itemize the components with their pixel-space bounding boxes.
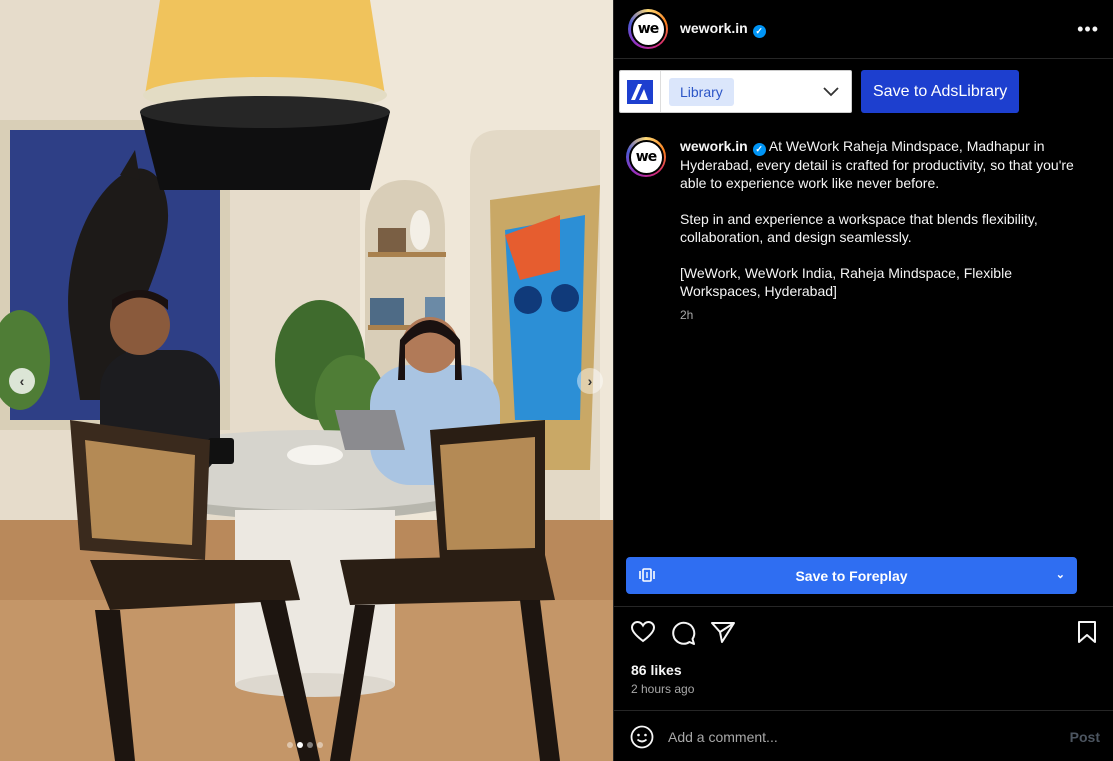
caption-paragraph-2: Step in and experience a workspace that … [680,210,1038,245]
share-send-icon[interactable] [710,620,736,644]
save-to-foreplay-button[interactable]: Save to Foreplay ⌄ [626,557,1077,594]
library-select[interactable]: Library [619,70,852,113]
carousel-prev-button[interactable]: ‹ [9,368,35,394]
chevron-left-icon: ‹ [19,373,25,389]
comment-input[interactable] [668,729,1028,745]
comment-composer: Post [630,722,1100,752]
caption-avatar[interactable]: we [626,137,666,177]
save-bookmark-icon[interactable] [1076,620,1098,644]
post-timestamp: 2 hours ago [631,682,695,696]
carousel-indicator [287,742,323,748]
carousel-next-button[interactable]: › [577,368,603,394]
caption-hashtags: [WeWork, WeWork India, Raheja Mindspace,… [680,264,1012,299]
office-scene-image [0,0,613,761]
carousel-dot [317,742,323,748]
caption-timestamp: 2h [680,307,694,322]
chevron-right-icon: › [587,373,593,389]
caption-handle[interactable]: wework.in [680,138,748,154]
carousel-dot [287,742,293,748]
post-header: we wework.in ✓ ••• [614,0,1113,59]
like-heart-icon[interactable] [630,620,656,644]
carousel-dot [307,742,313,748]
account-handle-text: wework.in [680,20,748,36]
post-actions [630,620,1100,646]
caption-avatar-logo: we [628,139,664,175]
library-select-value: Library [669,77,734,106]
divider [614,606,1113,607]
avatar-logo: we [630,11,666,47]
chevron-down-icon [823,86,839,96]
post-detail-panel: we wework.in ✓ ••• Library Save to AdsLib… [613,0,1113,761]
carousel-dot [297,742,303,748]
save-to-foreplay-label: Save to Foreplay [795,567,908,584]
verified-badge-icon: ✓ [752,142,766,156]
more-options-icon[interactable]: ••• [1077,19,1099,40]
emoji-icon[interactable] [630,725,654,749]
foreplay-icon [639,568,655,582]
divider [614,710,1113,711]
post-photo: ‹ › [0,0,613,761]
likes-count[interactable]: 86 likes [631,662,682,678]
account-handle[interactable]: wework.in ✓ [680,20,766,38]
chevron-down-icon[interactable]: ⌄ [1056,568,1065,581]
adslibrary-logo-icon [620,71,661,112]
comment-icon[interactable] [670,620,696,646]
post-caption: we wework.in ✓ At WeWork Raheja Mindspace… [626,137,1096,324]
ads-toolbar: Library Save to AdsLibrary [619,70,1020,113]
save-to-adslibrary-button[interactable]: Save to AdsLibrary [861,70,1020,113]
caption-body: wework.in ✓ At WeWork Raheja Mindspace, M… [680,137,1096,324]
post-comment-button[interactable]: Post [1070,729,1100,745]
avatar[interactable]: we [628,9,668,49]
verified-badge-icon: ✓ [752,25,766,38]
